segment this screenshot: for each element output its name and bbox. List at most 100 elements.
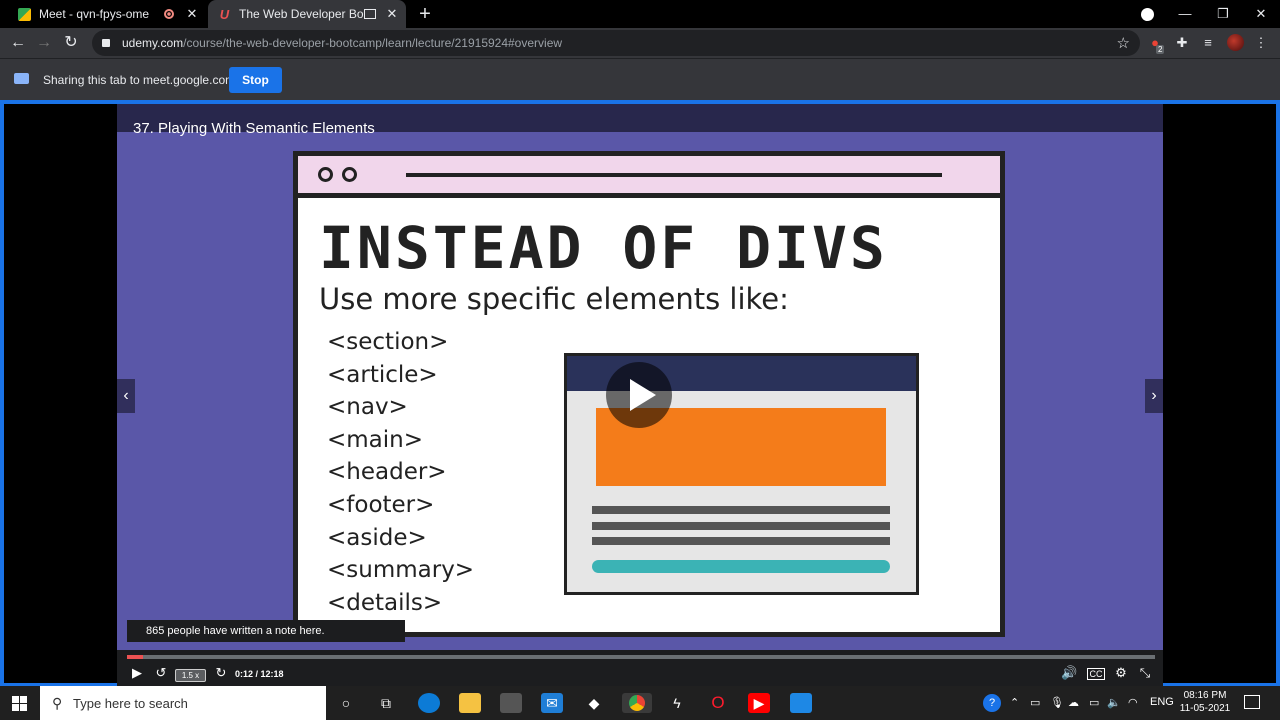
media-control-icon[interactable]: ≡ (1200, 35, 1216, 51)
progress-bar[interactable] (127, 655, 1155, 659)
tag-list: <section> <article> <nav> <main> <header… (327, 326, 474, 619)
video-player[interactable]: 37. Playing With Semantic Elements ‹ › I… (117, 104, 1163, 687)
lock-icon (102, 39, 110, 47)
google-meet-icon (18, 7, 31, 21)
tab-udemy[interactable]: U The Web Developer Bootcam ✕ (208, 0, 406, 28)
address-line (406, 173, 942, 177)
page-content: 37. Playing With Semantic Elements ‹ › I… (0, 100, 1280, 687)
profile-avatar[interactable] (1227, 34, 1244, 51)
slide-browser-bar (298, 156, 1000, 193)
search-placeholder: Type here to search (73, 696, 188, 711)
cortana-icon[interactable]: ○ (335, 693, 357, 713)
rewind-icon[interactable]: ↺ (153, 665, 169, 681)
play-overlay-icon[interactable] (606, 362, 672, 428)
tag-item: <footer> (327, 491, 435, 518)
tray-app-icon[interactable]: ▭ (1030, 696, 1040, 709)
sharing-infobar: Sharing this tab to meet.google.com Stop (0, 58, 1280, 100)
url-host: udemy.com (122, 36, 184, 50)
taskbar-search[interactable]: ⚲ Type here to search (40, 686, 326, 720)
windows-start-icon[interactable] (12, 696, 27, 711)
window-dot (318, 167, 333, 182)
clock-time: 08:16 PM (1183, 690, 1227, 701)
window-dot (342, 167, 357, 182)
illustration-line (592, 506, 890, 514)
previous-lecture-button[interactable]: ‹ (117, 379, 135, 413)
menu-icon[interactable]: ⋮ (1253, 35, 1269, 51)
clock-date: 11-05-2021 (1179, 703, 1231, 714)
tab-meet[interactable]: Meet - qvn-fpys-ome ✕ (8, 0, 206, 28)
reload-button[interactable]: ↻ (60, 33, 82, 53)
app-lightning-icon[interactable]: ϟ (666, 693, 688, 713)
tag-item: <main> (327, 426, 424, 453)
recording-icon (164, 9, 174, 19)
extension-badge: 2 (1156, 45, 1165, 54)
task-view-icon[interactable]: ⧉ (375, 693, 397, 713)
udemy-icon: U (219, 6, 230, 22)
illustration-button (592, 560, 890, 573)
time-display: 0:12 / 12:18 (235, 669, 284, 679)
tab-sharing-icon (364, 9, 376, 19)
fullscreen-icon[interactable]: ⤡ (1137, 665, 1153, 681)
illustration-line (592, 522, 890, 530)
captions-icon[interactable]: CC (1087, 668, 1105, 680)
language-indicator[interactable]: ENG (1150, 696, 1174, 708)
slide-heading: INSTEAD OF DIVS (319, 214, 888, 282)
file-explorer-icon[interactable] (459, 693, 481, 713)
playback-speed-button[interactable]: 1.5 x (175, 669, 206, 682)
lecture-title: 37. Playing With Semantic Elements (133, 120, 375, 137)
stop-sharing-button[interactable]: Stop (229, 67, 282, 93)
tag-item: <section> (327, 329, 449, 355)
back-button[interactable]: ← (7, 33, 29, 53)
wifi-icon[interactable]: ◠ (1128, 696, 1138, 709)
dropbox-icon[interactable]: ◆ (583, 693, 605, 713)
microphone-icon[interactable]: 🎙 (1050, 696, 1064, 709)
close-tab-icon[interactable]: ✕ (384, 6, 400, 22)
mail-icon[interactable]: ✉ (541, 693, 563, 713)
illustration-line (592, 537, 890, 545)
tab-title: Meet - qvn-fpys-ome (39, 7, 150, 21)
windows-taskbar: ⚲ Type here to search ○ ⧉ ✉ ◆ ϟ O ▶ ? ⌃ … (0, 686, 1280, 720)
notification-icon[interactable] (1244, 695, 1260, 709)
tab-strip: Meet - qvn-fpys-ome ✕ U The Web Develope… (0, 0, 1280, 28)
volume-icon[interactable]: 🔊 (1061, 665, 1077, 681)
sharing-text: Sharing this tab to meet.google.com (43, 73, 236, 87)
tag-item: <summary> (327, 557, 475, 584)
minimize-button[interactable]: — (1166, 0, 1204, 28)
tag-item: <nav> (327, 394, 408, 421)
browser-toolbar: ← → ↻ udemy.com/course/the-web-developer… (0, 28, 1280, 58)
play-icon[interactable]: ▶ (129, 665, 145, 681)
clock[interactable]: 08:16 PM 11-05-2021 (1174, 689, 1236, 715)
store-icon[interactable] (500, 693, 522, 713)
forward-button[interactable]: → (33, 33, 55, 53)
progress-fill (127, 655, 144, 659)
next-lecture-button[interactable]: › (1145, 379, 1163, 413)
tag-item: <article> (327, 361, 438, 388)
forward-icon[interactable]: ↻ (213, 665, 229, 681)
edge-icon[interactable] (418, 693, 440, 713)
youtube-icon[interactable]: ▶ (748, 693, 770, 713)
show-hidden-icons[interactable]: ⌃ (1010, 696, 1019, 709)
address-bar[interactable]: udemy.com/course/the-web-developer-bootc… (92, 30, 1140, 56)
close-window-button[interactable]: ✕ (1242, 0, 1280, 28)
extensions-puzzle-icon[interactable]: ✚ (1174, 35, 1190, 51)
new-tab-button[interactable]: + (414, 3, 436, 26)
chrome-icon[interactable] (622, 693, 652, 713)
tab-search-icon[interactable] (1141, 8, 1154, 21)
slide-subheading: Use more specific elements like: (319, 282, 789, 316)
tag-item: <details> (327, 589, 443, 616)
url-path: /course/the-web-developer-bootcamp/learn… (183, 36, 563, 50)
settings-gear-icon[interactable]: ⚙ (1113, 665, 1129, 681)
tag-item: <aside> (327, 524, 427, 551)
restore-button[interactable]: ❐ (1204, 0, 1242, 28)
onedrive-icon[interactable]: ☁ (1068, 696, 1079, 709)
tab-title: The Web Developer Bootcam (239, 7, 364, 21)
help-icon[interactable]: ? (983, 694, 1001, 712)
speaker-icon[interactable]: 🔈 (1107, 696, 1121, 709)
notes-tooltip: 865 people have written a note here. (127, 620, 405, 642)
vscode-icon[interactable] (790, 693, 812, 713)
bookmark-star-icon[interactable]: ☆ (1117, 34, 1130, 52)
opera-icon[interactable]: O (707, 693, 729, 713)
tag-item: <header> (327, 459, 447, 486)
close-tab-icon[interactable]: ✕ (184, 6, 200, 22)
battery-icon[interactable]: ▭ (1089, 696, 1099, 709)
